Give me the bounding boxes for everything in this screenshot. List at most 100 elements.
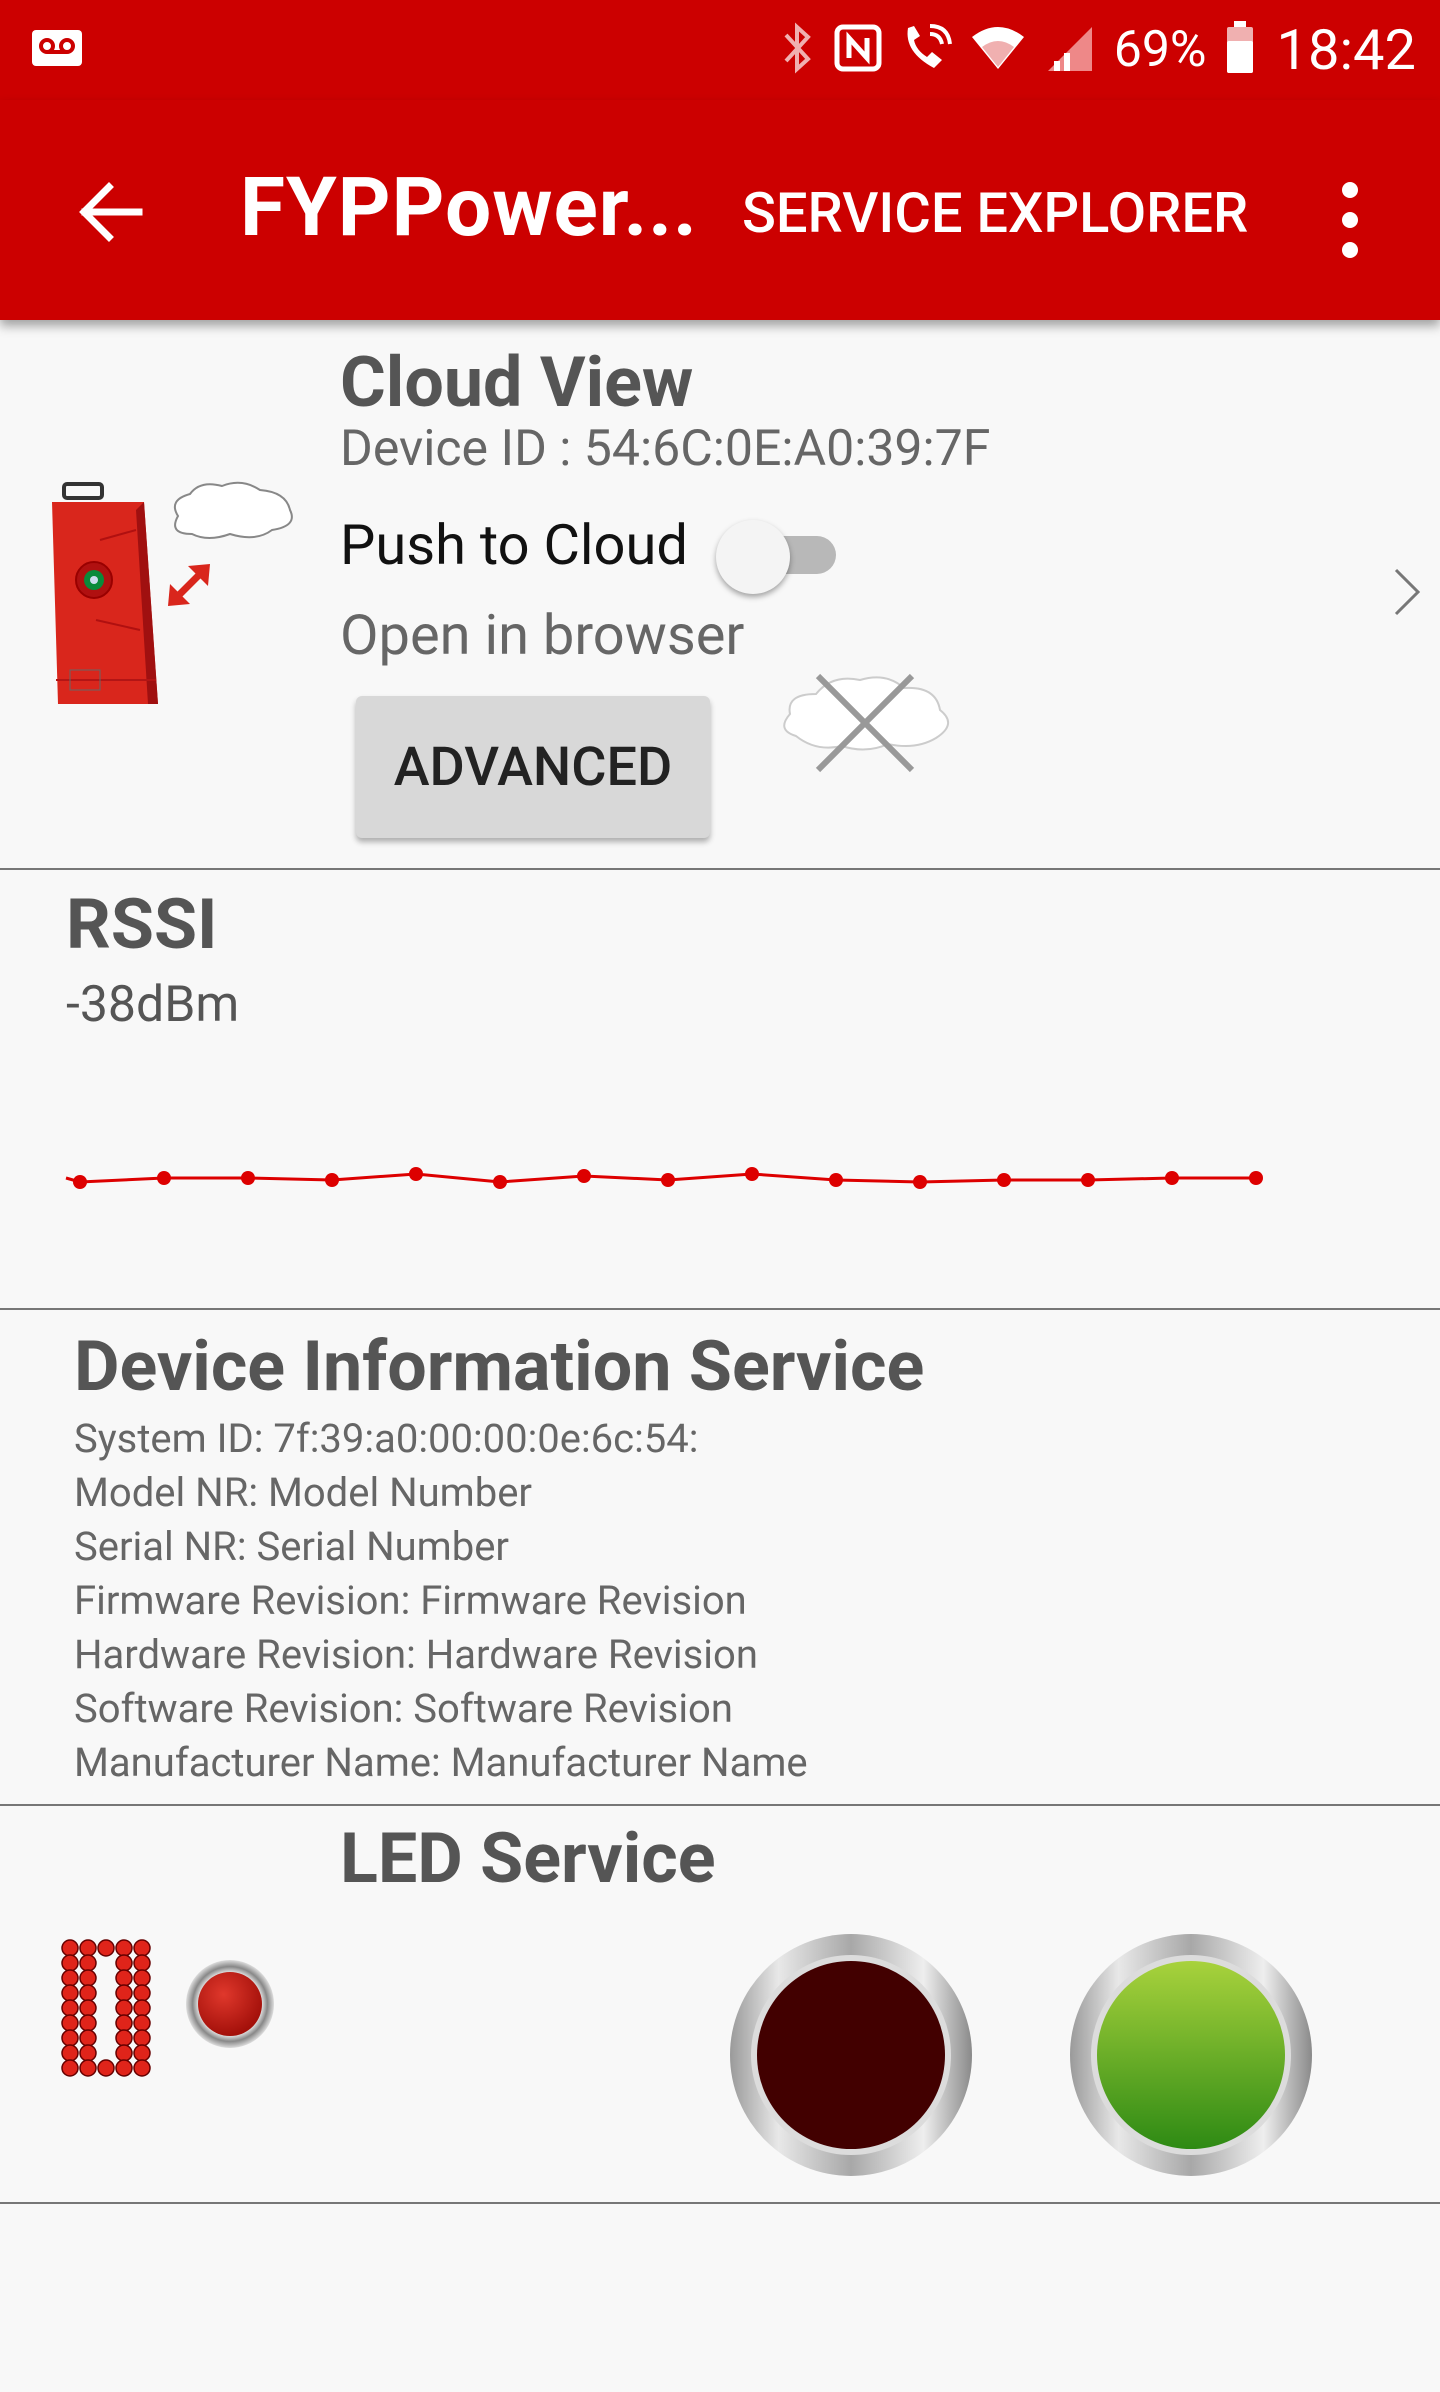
push-to-cloud-toggle[interactable]: [716, 514, 846, 594]
led-indicator-icon: [184, 1958, 276, 2054]
wifi-icon: [970, 25, 1026, 75]
open-in-browser-link[interactable]: Open in browser: [340, 602, 744, 668]
toggle-thumb: [716, 520, 790, 594]
rssi-point: [1249, 1171, 1263, 1185]
led-dot: [115, 2044, 133, 2062]
nfc-icon: [834, 24, 882, 76]
model-number-line: Model NR: Model Number: [74, 1469, 532, 1516]
led-dot: [115, 2029, 133, 2047]
cloud-disconnected-icon: [776, 666, 956, 780]
status-bar: 69% 18:42: [0, 0, 1440, 100]
led-service-card: LED Service: [0, 1808, 1440, 2204]
device-id: Device ID : 54:6C:0E:A0:39:7F: [340, 420, 991, 478]
led-dot: [115, 2059, 133, 2077]
cloud-view-card[interactable]: Cloud View Device ID : 54:6C:0E:A0:39:7F…: [0, 320, 1440, 870]
led-dot: [61, 2029, 79, 2047]
led-dot: [79, 2044, 97, 2062]
rssi-point: [1165, 1171, 1179, 1185]
led-dot: [79, 2014, 97, 2032]
rssi-value: -38dBm: [66, 976, 240, 1034]
chevron-right-icon[interactable]: [1392, 566, 1422, 622]
rssi-point: [661, 1173, 675, 1187]
back-button[interactable]: [60, 162, 160, 262]
led-dot: [133, 1954, 151, 1972]
led-dot: [115, 1969, 133, 1987]
push-to-cloud-label: Push to Cloud: [340, 512, 688, 578]
rssi-point: [913, 1175, 927, 1189]
device-information-list: System ID: 7f:39:a0:00:00:0e:6c:54: Mode…: [74, 1412, 808, 1790]
rssi-point: [325, 1173, 339, 1187]
led-dot: [133, 1969, 151, 1987]
rssi-point: [409, 1167, 423, 1181]
led-dot: [133, 1939, 151, 1957]
more-vert-icon[interactable]: [1320, 160, 1380, 280]
led-dot: [79, 2029, 97, 2047]
cloud-link-icon: [160, 480, 300, 614]
led-service-title: LED Service: [340, 1818, 716, 1900]
led-dot: [79, 1984, 97, 2002]
led-dot: [133, 2059, 151, 2077]
led-dot: [133, 2044, 151, 2062]
advanced-button[interactable]: ADVANCED: [356, 696, 710, 838]
led-dot: [79, 1954, 97, 1972]
led-dot: [79, 1999, 97, 2017]
led-dot: [61, 1984, 79, 2002]
led-dot: [61, 2044, 79, 2062]
service-explorer-button[interactable]: SERVICE EXPLORER: [742, 180, 1248, 246]
led-dot: [79, 1969, 97, 1987]
rssi-point: [997, 1173, 1011, 1187]
led-dot: [97, 1939, 115, 1957]
system-id-line: System ID: 7f:39:a0:00:00:0e:6c:54:: [74, 1415, 699, 1462]
rssi-point: [157, 1171, 171, 1185]
device-information-card: Device Information Service System ID: 7f…: [0, 1312, 1440, 1806]
serial-number-line: Serial NR: Serial Number: [74, 1523, 509, 1570]
rssi-point: [1081, 1173, 1095, 1187]
manufacturer-name-line: Manufacturer Name: Manufacturer Name: [74, 1739, 808, 1786]
led-dot: [61, 1969, 79, 1987]
led-dot: [61, 1939, 79, 1957]
led-matrix-icon: [58, 1938, 168, 2082]
led-red-button[interactable]: [728, 1932, 974, 2182]
bluetooth-icon: [780, 21, 816, 79]
rssi-point: [73, 1175, 87, 1189]
clock: 18:42: [1276, 17, 1416, 83]
led-dot: [115, 2014, 133, 2032]
software-revision-line: Software Revision: Software Revision: [74, 1685, 733, 1732]
device-information-title: Device Information Service: [74, 1326, 925, 1408]
arrow-left-icon: [79, 182, 143, 242]
cloud-view-title: Cloud View: [340, 342, 694, 424]
led-dot: [115, 1999, 133, 2017]
wifi-call-icon: [900, 22, 952, 78]
firmware-revision-line: Firmware Revision: Firmware Revision: [74, 1577, 747, 1624]
led-dot: [61, 1999, 79, 2017]
app-title: FYPPower...: [240, 160, 698, 256]
led-dot: [115, 1939, 133, 1957]
signal-icon: [1044, 23, 1096, 77]
led-dot: [133, 1999, 151, 2017]
rssi-point: [829, 1173, 843, 1187]
led-dot: [115, 1954, 133, 1972]
app-bar: FYPPower... SERVICE EXPLORER: [0, 100, 1440, 320]
led-dot: [79, 1939, 97, 1957]
led-dot: [61, 2059, 79, 2077]
battery-icon: [1225, 21, 1255, 79]
led-dot: [133, 1984, 151, 2002]
rssi-title: RSSI: [66, 884, 218, 966]
led-dot: [133, 2014, 151, 2032]
led-dot: [61, 1954, 79, 1972]
hardware-revision-line: Hardware Revision: Hardware Revision: [74, 1631, 758, 1678]
rssi-point: [241, 1171, 255, 1185]
voicemail-icon: [30, 28, 84, 72]
led-dot: [133, 2029, 151, 2047]
device-image: [40, 480, 170, 714]
led-dot: [97, 2059, 115, 2077]
led-dot: [115, 1984, 133, 2002]
rssi-point: [745, 1167, 759, 1181]
led-green-button[interactable]: [1068, 1932, 1314, 2182]
led-dot: [79, 2059, 97, 2077]
rssi-card: RSSI -38dBm: [0, 872, 1440, 1310]
rssi-chart: [65, 1167, 1263, 1189]
rssi-point: [493, 1175, 507, 1189]
rssi-point: [577, 1169, 591, 1183]
led-dot: [61, 2014, 79, 2032]
